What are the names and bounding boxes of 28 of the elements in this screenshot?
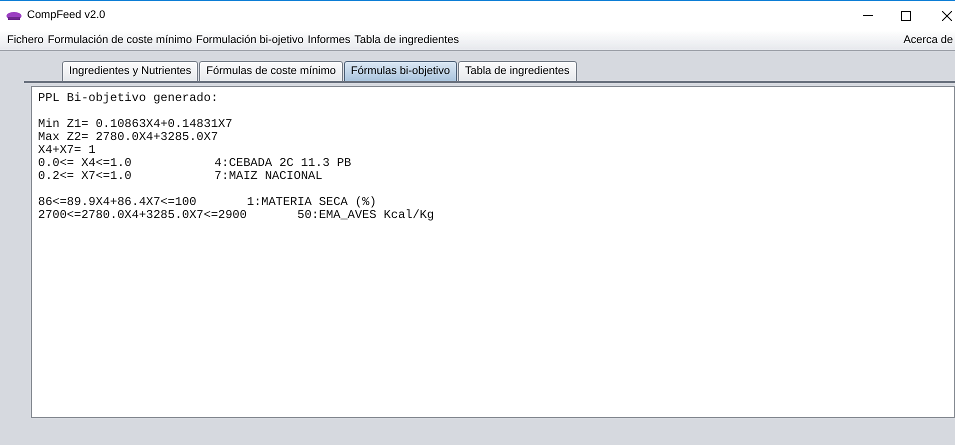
output-text-area[interactable] bbox=[31, 86, 955, 418]
output-line: Max Z2= 2780.0X4+3285.0X7 bbox=[38, 130, 218, 144]
app-icon bbox=[6, 10, 22, 20]
menu-item[interactable]: Fichero bbox=[5, 32, 46, 48]
nutrient-label: 1:MATERIA SECA (%) bbox=[246, 196, 376, 209]
tab[interactable]: Tabla de ingredientes bbox=[458, 61, 577, 81]
ingredient-label: 7:MAIZ NACIONAL bbox=[214, 170, 322, 183]
window-title: CompFeed v2.0 bbox=[27, 8, 106, 24]
minimize-icon bbox=[863, 15, 873, 16]
output-line: PPL Bi-objetivo generado: bbox=[38, 91, 218, 105]
nutrient-label: 50:EMA_AVES Kcal/Kg bbox=[297, 209, 434, 222]
output-line: X4+X7= 1 bbox=[38, 143, 96, 157]
menu-item[interactable]: Acerca de bbox=[903, 32, 955, 48]
tab[interactable]: Ingredientes y Nutrientes bbox=[62, 61, 198, 81]
bound-expression: 0.2<= X7<=1.0 bbox=[38, 169, 132, 183]
menu-item[interactable]: Formulación bi-ojetivo bbox=[194, 32, 306, 48]
tab[interactable]: Fórmulas de coste mínimo bbox=[199, 61, 343, 81]
bound-expression: 0.0<= X4<=1.0 bbox=[38, 156, 132, 170]
menu-item[interactable]: Informes bbox=[306, 32, 352, 48]
menu-item[interactable]: Tabla de ingredientes bbox=[352, 32, 461, 48]
menu-item[interactable]: Formulación de coste mínimo bbox=[46, 32, 194, 48]
tab[interactable]: Fórmulas bi-objetivo bbox=[344, 61, 457, 81]
maximize-icon bbox=[901, 10, 911, 20]
constraint-expression: 2700<=2780.0X4+3285.0X7<=2900 bbox=[38, 209, 247, 222]
close-icon bbox=[942, 10, 952, 20]
ingredient-label: 4:CEBADA 2C 11.3 PB bbox=[214, 157, 352, 170]
constraint-expression: 86<=89.9X4+86.4X7<=100 bbox=[38, 196, 196, 209]
output-line: Min Z1= 0.10863X4+0.14831X7 bbox=[38, 117, 232, 131]
